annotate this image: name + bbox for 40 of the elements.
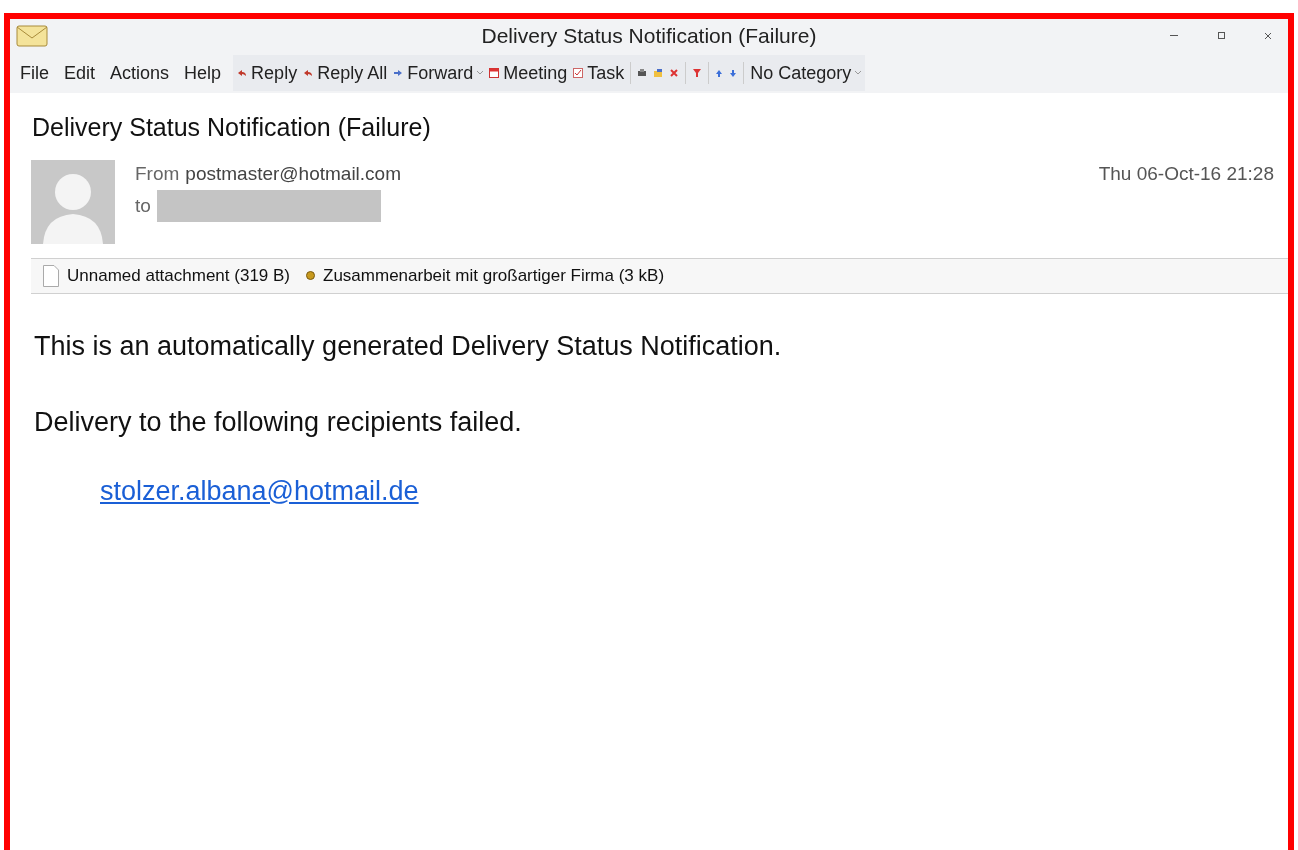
maximize-icon[interactable]: [1218, 32, 1226, 40]
toolbar-button[interactable]: Task: [573, 59, 625, 87]
toolbar-button[interactable]: Reply All: [303, 59, 388, 87]
attachment-item[interactable]: Unnamed attachment (319 B): [43, 262, 290, 289]
window-title: Delivery Status Notification (Failure): [481, 23, 817, 50]
menu-item[interactable]: Actions: [110, 59, 170, 87]
minimize-icon[interactable]: [1170, 35, 1180, 37]
close-icon[interactable]: [1264, 32, 1272, 40]
up-arrow-icon[interactable]: [715, 68, 724, 78]
from-label: From: [135, 161, 180, 186]
menu-item[interactable]: File: [20, 59, 49, 87]
filter-icon[interactable]: [692, 68, 703, 78]
reply-arrow-icon: [303, 69, 314, 77]
attachment-item[interactable]: Zusammenarbeit mit großartiger Firma (3 kB): [306, 262, 665, 289]
body-paragraph: Delivery to the following recipients failed.: [34, 406, 523, 439]
category-dropdown[interactable]: No Category: [750, 59, 862, 87]
down-arrow-icon[interactable]: [729, 68, 738, 78]
delete-icon[interactable]: [669, 68, 680, 78]
attachment-dot-icon: [306, 271, 315, 280]
toolbar-button[interactable]: Meeting: [489, 59, 568, 87]
reply-arrow-icon: [237, 69, 248, 77]
toolbar-button[interactable]: Forward: [393, 59, 484, 87]
printer-icon[interactable]: [637, 68, 648, 78]
sender-address: postmaster@hotmail.com: [185, 161, 402, 186]
recipient-link[interactable]: stolzer.albana@hotmail.de: [100, 470, 419, 511]
menu-item[interactable]: Help: [184, 59, 222, 87]
envelope-icon: [16, 25, 48, 47]
folder-icon[interactable]: [653, 68, 664, 78]
task-icon: [573, 68, 584, 78]
forward-arrow-icon: [393, 69, 404, 77]
message-subject: Delivery Status Notification (Failure): [31, 112, 432, 143]
avatar-icon: [31, 159, 115, 244]
menu-item[interactable]: Edit: [64, 59, 96, 87]
body-paragraph: This is an automatically generated Delivery Status Notification.: [34, 329, 783, 363]
file-icon: [43, 264, 59, 287]
caret-icon: [855, 71, 862, 75]
message-date: Thu 06-Oct-16 21:28: [1098, 161, 1274, 186]
calendar-icon: [489, 68, 500, 78]
to-label: to: [135, 193, 151, 218]
toolbar-button[interactable]: Reply: [237, 59, 298, 87]
